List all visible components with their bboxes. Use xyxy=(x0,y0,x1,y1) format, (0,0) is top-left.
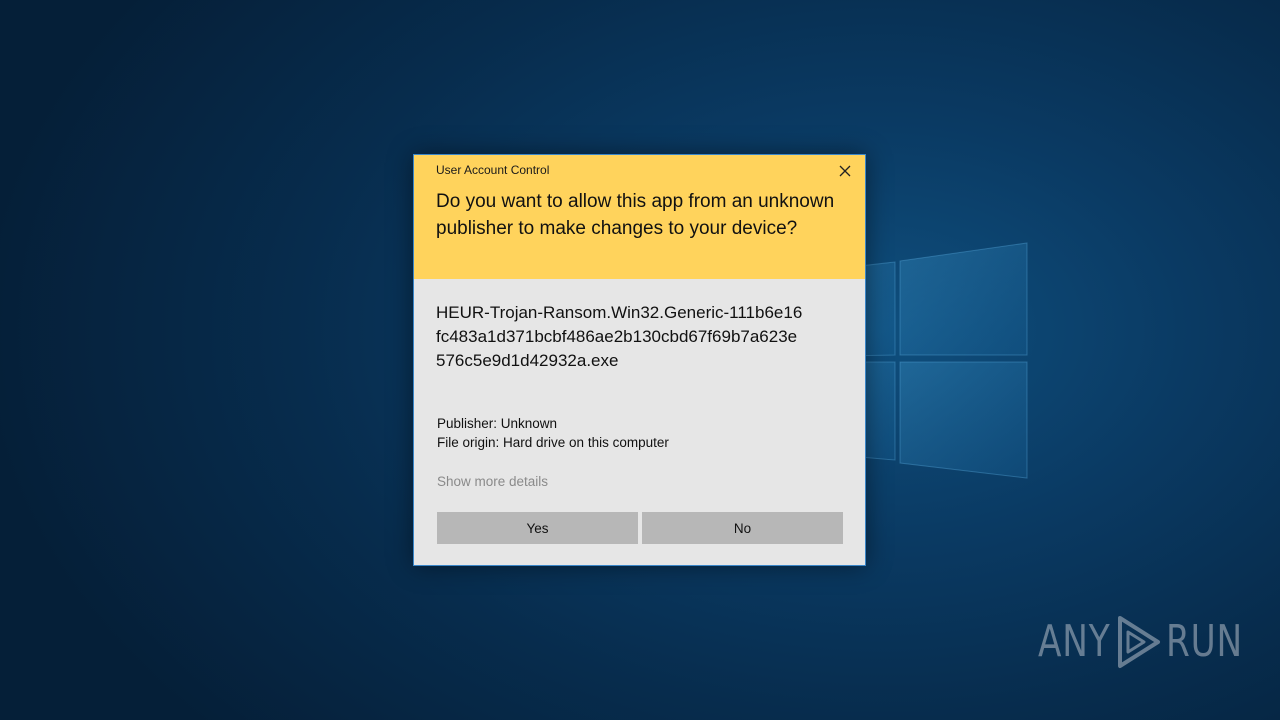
close-button[interactable] xyxy=(831,159,859,183)
publisher-text: Publisher: Unknown xyxy=(437,416,558,431)
uac-header: User Account Control Do you want to allo… xyxy=(414,155,865,279)
show-more-details-link[interactable]: Show more details xyxy=(437,474,548,489)
close-icon xyxy=(839,165,851,177)
app-name: HEUR-Trojan-Ransom.Win32.Generic-111b6e1… xyxy=(436,303,803,370)
watermark-text-left: ANY xyxy=(1038,616,1111,667)
uac-question: Do you want to allow this app from an un… xyxy=(436,191,835,239)
anyrun-watermark: ANY RUN xyxy=(1038,606,1242,676)
yes-button[interactable]: Yes xyxy=(437,512,638,544)
watermark-text-right: RUN xyxy=(1166,616,1243,667)
dialog-title: User Account Control xyxy=(436,163,550,177)
file-origin-text: File origin: Hard drive on this computer xyxy=(437,435,669,450)
play-icon xyxy=(1118,616,1160,668)
no-button[interactable]: No xyxy=(642,512,843,544)
uac-dialog: User Account Control Do you want to allo… xyxy=(413,154,866,566)
